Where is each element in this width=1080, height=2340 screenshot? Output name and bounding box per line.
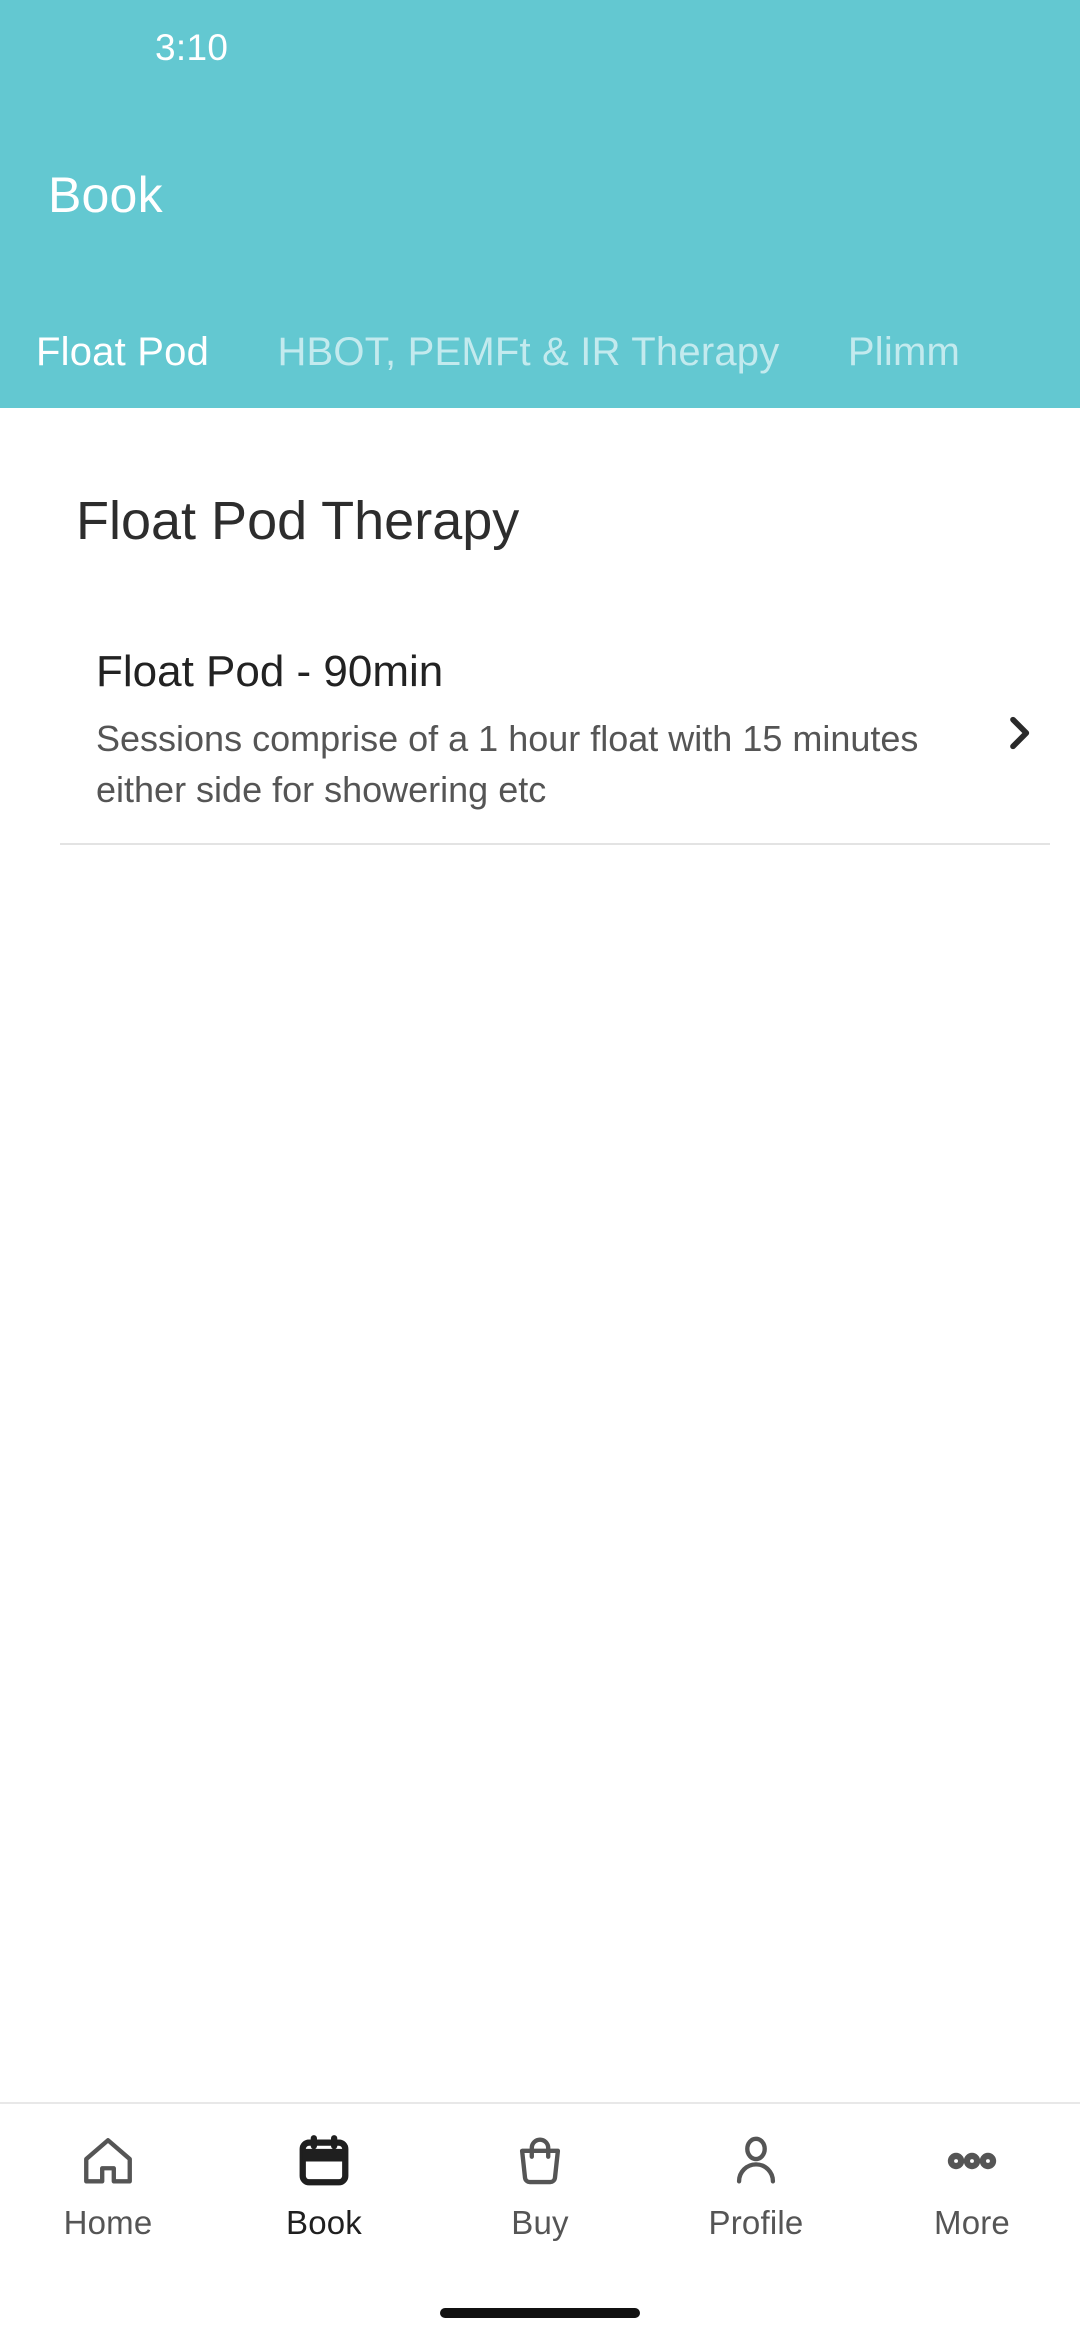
main-content: Float Pod Therapy Float Pod - 90min Sess…: [0, 408, 1080, 2102]
section-heading: Float Pod Therapy: [76, 491, 520, 551]
nav-label-book: Book: [285, 2204, 363, 2241]
nav-label-buy: Buy: [511, 2204, 569, 2241]
tab-hbot-pemft-ir-therapy[interactable]: HBOT, PEMFt & IR Therapy: [245, 298, 811, 408]
nav-label-home: Home: [63, 2204, 153, 2241]
nav-label-profile: Profile: [708, 2204, 804, 2241]
list-item[interactable]: Float Pod - 90min Sessions comprise of a…: [0, 620, 1080, 846]
nav-item-profile[interactable]: Profile: [648, 2104, 864, 2272]
nav-item-book[interactable]: Book: [216, 2104, 432, 2272]
service-name: Float Pod - 90min: [96, 647, 444, 696]
app-header: 3:10 Book Float Pod HBOT, PEMFt & IR The…: [0, 0, 1080, 408]
status-bar: 3:10: [0, 0, 1080, 100]
chevron-right-icon: [998, 713, 1038, 753]
nav-item-home[interactable]: Home: [0, 2104, 216, 2272]
service-description: Sessions comprise of a 1 hour float with…: [96, 718, 919, 811]
home-indicator: [440, 2308, 640, 2318]
bag-icon: [509, 2130, 571, 2192]
tab-plimm[interactable]: Plimm: [816, 298, 992, 408]
home-icon: [77, 2130, 139, 2192]
nav-label-more: More: [934, 2204, 1010, 2241]
tab-float-pod[interactable]: Float Pod: [0, 298, 241, 408]
person-icon: [725, 2130, 787, 2192]
app-screen: 3:10 Book Float Pod HBOT, PEMFt & IR The…: [0, 0, 1080, 2340]
service-list: Float Pod - 90min Sessions comprise of a…: [0, 620, 1080, 846]
bottom-navigation-bar: Home Book Buy Profile More: [0, 2102, 1080, 2340]
nav-item-buy[interactable]: Buy: [432, 2104, 648, 2272]
list-divider: [60, 843, 1050, 846]
page-title: Book: [48, 167, 163, 223]
ellipsis-icon: [941, 2130, 1003, 2192]
calendar-icon: [293, 2130, 355, 2192]
category-tab-strip[interactable]: Float Pod HBOT, PEMFt & IR Therapy Plimm: [0, 298, 1080, 408]
status-bar-time: 3:10: [155, 27, 229, 68]
nav-item-more[interactable]: More: [864, 2104, 1080, 2272]
